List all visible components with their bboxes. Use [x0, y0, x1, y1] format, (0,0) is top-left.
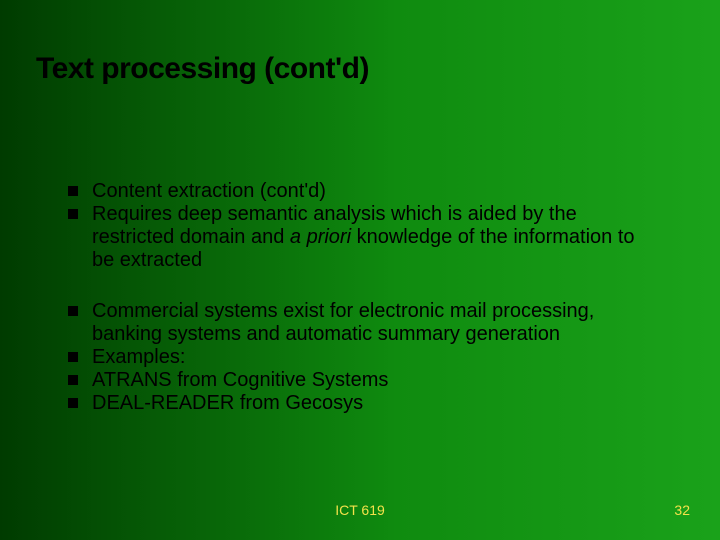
bullet-text: DEAL-READER from Gecosys: [92, 392, 660, 415]
slide-title: Text processing (cont'd): [36, 52, 369, 86]
bullet-marker-icon: [68, 209, 78, 219]
bullet-group-2: Commercial systems exist for electronic …: [68, 300, 660, 415]
italic-text: a priori: [290, 226, 351, 248]
slide: Text processing (cont'd) Content extract…: [0, 0, 720, 540]
list-item: Examples:: [68, 346, 660, 369]
footer-slide-number: 32: [674, 502, 690, 518]
bullet-text: Commercial systems exist for electronic …: [92, 300, 660, 346]
bullet-text: Requires deep semantic analysis which is…: [92, 203, 660, 272]
bullet-group-1: Content extraction (cont'd) Requires dee…: [68, 180, 660, 272]
bullet-marker-icon: [68, 398, 78, 408]
bullet-text: Examples:: [92, 346, 660, 369]
bullet-marker-icon: [68, 352, 78, 362]
bullet-text: ATRANS from Cognitive Systems: [92, 369, 660, 392]
slide-content: Content extraction (cont'd) Requires dee…: [68, 180, 660, 415]
list-item: DEAL-READER from Gecosys: [68, 392, 660, 415]
list-item: ATRANS from Cognitive Systems: [68, 369, 660, 392]
bullet-marker-icon: [68, 306, 78, 316]
bullet-text: Content extraction (cont'd): [92, 180, 660, 203]
bullet-marker-icon: [68, 375, 78, 385]
footer-course-code: ICT 619: [0, 502, 720, 518]
list-item: Requires deep semantic analysis which is…: [68, 203, 660, 272]
bullet-marker-icon: [68, 186, 78, 196]
list-item: Commercial systems exist for electronic …: [68, 300, 660, 346]
list-item: Content extraction (cont'd): [68, 180, 660, 203]
